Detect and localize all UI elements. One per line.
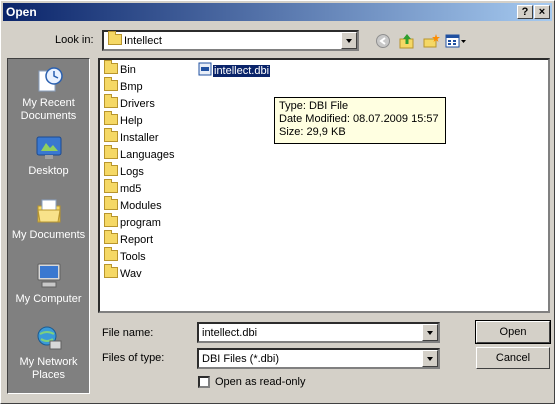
- network-places-icon: [37, 326, 61, 350]
- look-in-dropdown-button[interactable]: [341, 32, 357, 49]
- place-label: Desktop: [28, 165, 69, 177]
- look-in-value: Intellect: [124, 35, 162, 47]
- my-documents-icon: [36, 199, 61, 223]
- close-button[interactable]: ×: [534, 5, 550, 19]
- places-bar: My Recent Documents Desktop My Documents: [7, 58, 90, 394]
- place-my-computer[interactable]: My Computer: [8, 261, 89, 306]
- tooltip-date: Date Modified: 08.07.2009 15:57: [279, 113, 439, 125]
- folder-icon: [104, 77, 118, 91]
- folder-icon: [104, 111, 118, 125]
- open-dialog: Open ? × Look in: Intellect My Recent Do…: [0, 0, 555, 404]
- list-item[interactable]: Modules: [104, 196, 162, 214]
- tooltip-type: Type: DBI File: [279, 100, 349, 112]
- place-recent-documents[interactable]: My Recent Documents: [8, 65, 89, 123]
- desktop-icon: [36, 136, 61, 159]
- folder-icon: [104, 230, 118, 244]
- place-label: My Recent Documents: [20, 97, 77, 122]
- list-item[interactable]: Report: [104, 230, 153, 248]
- place-label: My Documents: [11, 229, 86, 241]
- look-in-label: Look in:: [55, 34, 94, 46]
- file-name-dropdown-button[interactable]: [422, 324, 438, 341]
- list-item[interactable]: Bmp: [104, 77, 143, 95]
- folder-icon: [108, 31, 122, 45]
- place-desktop[interactable]: Desktop: [8, 133, 89, 178]
- file-type-dropdown-button[interactable]: [422, 350, 438, 367]
- list-item[interactable]: Logs: [104, 162, 144, 180]
- selected-file-name: intellect.dbi: [213, 65, 271, 77]
- folder-icon: [104, 196, 118, 210]
- file-name-input[interactable]: intellect.dbi: [202, 325, 257, 341]
- file-info-tooltip: Type: DBI File Date Modified: 08.07.2009…: [274, 97, 446, 144]
- help-button[interactable]: ?: [517, 5, 533, 19]
- list-item[interactable]: program: [104, 213, 161, 231]
- file-type-label: Files of type:: [102, 352, 165, 364]
- read-only-checkbox[interactable]: [198, 376, 210, 388]
- look-in-combo[interactable]: Intellect: [102, 30, 359, 51]
- folder-icon: [104, 179, 118, 193]
- up-folder-icon[interactable]: [398, 33, 416, 49]
- title-bar[interactable]: Open ? ×: [3, 3, 552, 21]
- folder-icon: [104, 60, 118, 74]
- file-name-combo[interactable]: intellect.dbi: [197, 322, 440, 343]
- dbi-file-icon: [198, 62, 212, 76]
- list-item[interactable]: Languages: [104, 145, 174, 163]
- back-icon[interactable]: [374, 33, 392, 49]
- folder-icon: [104, 264, 118, 278]
- window-title: Open: [6, 5, 37, 19]
- folder-icon: [104, 128, 118, 142]
- place-my-documents[interactable]: My Documents: [8, 197, 89, 242]
- folder-icon: [104, 162, 118, 176]
- list-item[interactable]: Installer: [104, 128, 159, 146]
- read-only-label[interactable]: Open as read-only: [215, 375, 306, 389]
- folder-icon: [104, 94, 118, 108]
- place-label: My Network Places: [19, 356, 78, 381]
- views-menu-icon[interactable]: [445, 33, 467, 49]
- file-type-combo[interactable]: DBI Files (*.dbi): [197, 348, 440, 369]
- my-computer-icon: [37, 263, 60, 288]
- list-item[interactable]: Help: [104, 111, 143, 129]
- place-label: My Computer: [15, 293, 82, 305]
- folder-icon: [104, 247, 118, 261]
- file-name-label: File name:: [102, 327, 154, 339]
- selected-file-item[interactable]: intellect.dbi: [198, 62, 271, 78]
- place-network-places[interactable]: My Network Places: [8, 324, 89, 382]
- folder-icon: [104, 145, 118, 159]
- recent-documents-icon: [38, 67, 63, 92]
- folder-icon: [104, 213, 118, 227]
- new-folder-icon[interactable]: [422, 33, 440, 49]
- list-item[interactable]: Wav: [104, 264, 142, 282]
- cancel-button[interactable]: Cancel: [476, 347, 550, 369]
- list-item[interactable]: Bin: [104, 60, 136, 78]
- list-item[interactable]: Drivers: [104, 94, 155, 112]
- tooltip-size: Size: 29,9 KB: [279, 126, 346, 138]
- open-button[interactable]: Open: [475, 320, 551, 344]
- list-item[interactable]: md5: [104, 179, 141, 197]
- file-type-value: DBI Files (*.dbi): [202, 353, 280, 365]
- list-item[interactable]: Tools: [104, 247, 146, 265]
